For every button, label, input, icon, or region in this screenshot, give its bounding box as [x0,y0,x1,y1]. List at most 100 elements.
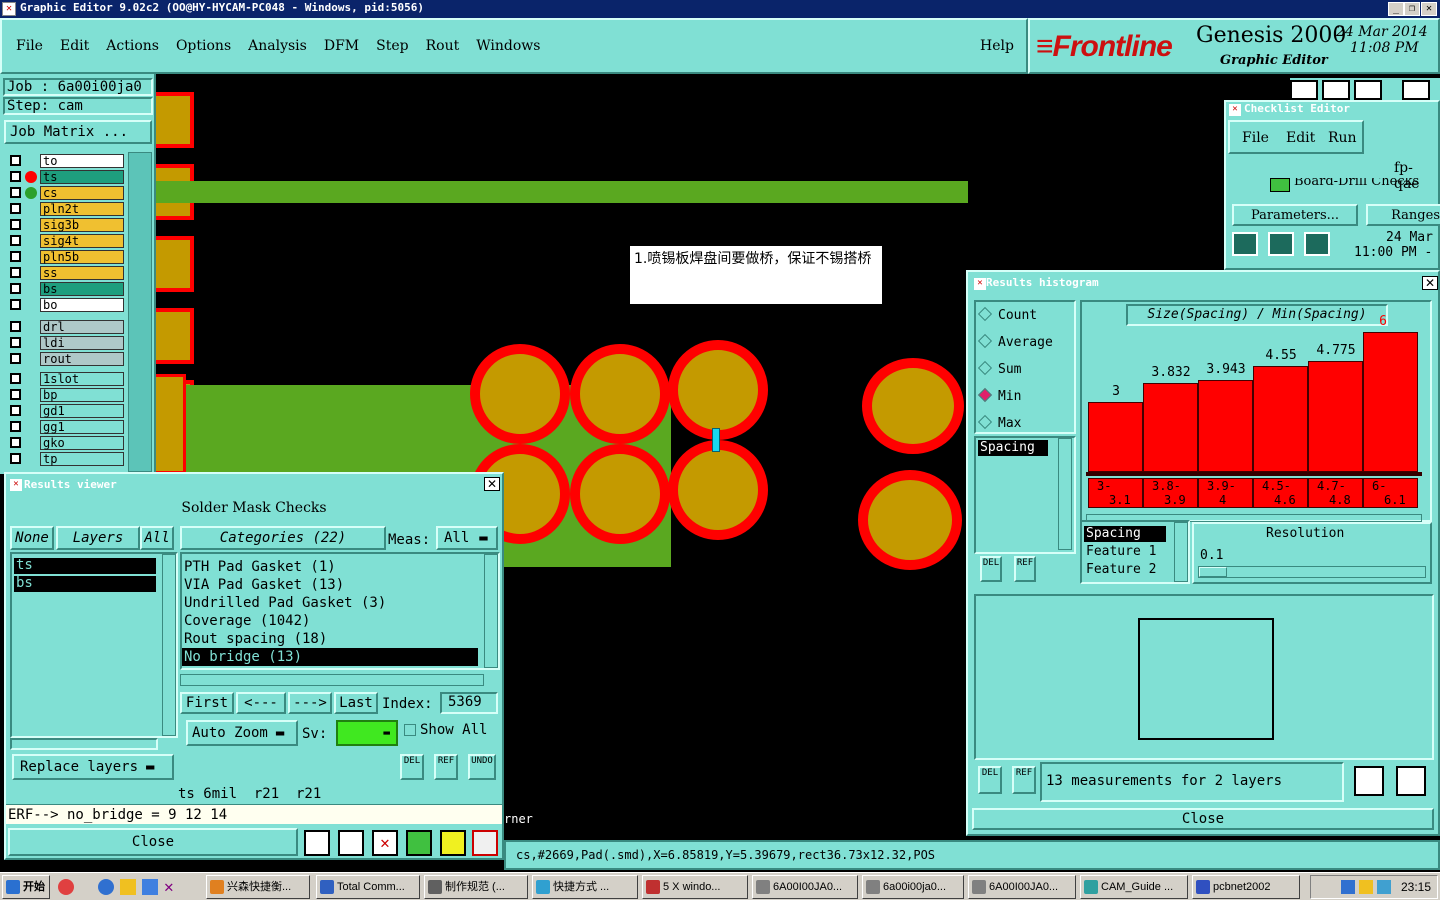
taskbar-button[interactable]: 6a00i00ja0... [862,875,964,899]
layer-row-ldi[interactable]: ldi [8,336,124,350]
layer-checkbox[interactable] [10,155,21,166]
taskbar-button[interactable]: 制作规范 (... [424,875,528,899]
measure-list-scrollbar[interactable] [1058,438,1072,550]
layer-row-drl[interactable]: drl [8,320,124,334]
layer-checkbox[interactable] [10,267,21,278]
checklist-menu-edit[interactable]: Edit [1286,130,1315,146]
index-input[interactable]: 5369 [440,692,498,714]
layer-row-gd1[interactable]: gd1 [8,404,124,418]
app-icon[interactable] [98,879,114,895]
histogram-bar[interactable] [1253,366,1308,472]
preview-del-icon[interactable]: DEL [978,766,1002,794]
menu-edit[interactable]: Edit [60,38,89,54]
category-scrollbar[interactable] [484,554,498,668]
taskbar-button[interactable]: 快捷方式 ... [532,875,638,899]
layer-checkbox[interactable] [10,187,21,198]
layer-row-gko[interactable]: gko [8,436,124,450]
category-item[interactable]: Coverage (1042) [182,612,478,630]
fields-scrollbar[interactable] [1174,522,1188,582]
results-viewer-close-icon[interactable]: ✕ [484,477,500,491]
layer-row-sig3b[interactable]: sig3b [8,218,124,232]
layer-checkbox[interactable] [10,437,21,448]
minimize-button[interactable]: _ [1388,2,1404,16]
all-button[interactable]: All [140,526,174,550]
taskbar-button[interactable]: 兴森快捷衡... [206,875,310,899]
layer-row-pln5b[interactable]: pln5b [8,250,124,264]
replace-layers-select[interactable]: Replace layers ▬ [12,754,174,780]
tool-icon[interactable]: ✕ [372,830,398,856]
field-feature-2[interactable]: Feature 2 [1086,562,1156,577]
layer-row-tp[interactable]: tp [8,452,124,466]
layer-row-bo[interactable]: bo [8,298,124,312]
menu-step[interactable]: Step [376,38,408,54]
meas-select[interactable]: All ▬ [436,526,498,550]
layer-checkbox[interactable] [10,373,21,384]
menu-file[interactable]: File [16,38,43,54]
histogram-bar[interactable] [1088,402,1143,472]
rv-ref-icon[interactable]: REF [434,754,458,780]
histogram-bin[interactable]: 6- 6.1 [1363,478,1418,508]
run-check-icon[interactable] [1268,232,1294,256]
category-item[interactable]: VIA Pad Gasket (13) [182,576,478,594]
rv-undo-icon[interactable]: UNDO [468,754,496,780]
histogram-del-icon[interactable]: DEL [980,556,1002,582]
histogram-bar[interactable] [1363,332,1418,472]
none-button[interactable]: None [10,526,54,550]
layer-checkbox[interactable] [10,389,21,400]
tool-icon[interactable] [1402,80,1430,100]
layer-checkbox[interactable] [10,321,21,332]
histogram-bin[interactable]: 3.9- 4 [1198,478,1253,508]
layer-checkbox[interactable] [10,251,21,262]
layer-checkbox[interactable] [10,421,21,432]
histogram-close-button[interactable]: Close [972,808,1434,830]
tray-icon[interactable] [1359,880,1373,894]
restore-button[interactable]: ❐ [1404,2,1420,16]
close-window-button[interactable]: ✕ [1421,2,1437,16]
layer-row-cs[interactable]: cs [8,186,124,200]
ranges-button[interactable]: Ranges [1366,204,1440,226]
result-layer-item[interactable]: bs [14,576,156,592]
category-item[interactable]: Rout spacing (18) [182,630,478,648]
layer-row-ss[interactable]: ss [8,266,124,280]
start-button[interactable]: 开始 [2,875,50,899]
bridge-marker[interactable] [712,428,720,452]
taskbar-button[interactable]: Total Comm... [316,875,420,899]
layer-checkbox[interactable] [10,171,21,182]
first-button[interactable]: First [180,692,234,714]
menu-windows[interactable]: Windows [476,38,540,54]
histogram-bin[interactable]: 3.8- 3.9 [1143,478,1198,508]
categories-button[interactable]: Categories (22) [180,526,386,550]
close-icon[interactable]: ✕ [164,877,174,896]
field-spacing[interactable]: Spacing [1084,526,1166,542]
taskbar-button[interactable]: 5 X windo... [642,875,748,899]
tool-icon[interactable] [1354,80,1382,100]
tool-icon[interactable] [1290,80,1318,100]
layer-checkbox[interactable] [10,219,21,230]
mode-sum[interactable]: Sum [977,360,1021,377]
histogram-ref-icon[interactable]: REF [1014,556,1036,582]
menu-dfm[interactable]: DFM [324,38,359,54]
checklist-row[interactable]: Board-Drill Checks [1228,178,1438,192]
app-icon[interactable] [58,879,74,895]
tool-icon[interactable] [304,830,330,856]
app-icon[interactable] [142,879,158,895]
mode-min[interactable]: Min [977,387,1021,404]
layer-checkbox[interactable] [10,203,21,214]
layer-row-1slot[interactable]: 1slot [8,372,124,386]
tool-icon[interactable] [440,830,466,856]
layer-row-pln2t[interactable]: pln2t [8,202,124,216]
menu-analysis[interactable]: Analysis [248,38,307,54]
layer-row-ts[interactable]: ts [8,170,124,184]
layer-checkbox[interactable] [10,299,21,310]
taskbar-button[interactable]: pcbnet2002 [1192,875,1300,899]
next-button[interactable]: ---> [288,692,332,714]
preview-ref-icon[interactable]: REF [1012,766,1036,794]
layer-checkbox[interactable] [10,235,21,246]
layer-results-hscroll[interactable] [10,738,158,750]
layer-checkbox[interactable] [10,353,21,364]
category-item[interactable]: Undrilled Pad Gasket (3) [182,594,478,612]
result-layer-item[interactable]: ts [14,558,156,574]
layer-results-scrollbar[interactable] [162,554,176,736]
checklist-menu-file[interactable]: File [1242,130,1269,146]
checklist-menu-run[interactable]: Run [1328,130,1357,146]
